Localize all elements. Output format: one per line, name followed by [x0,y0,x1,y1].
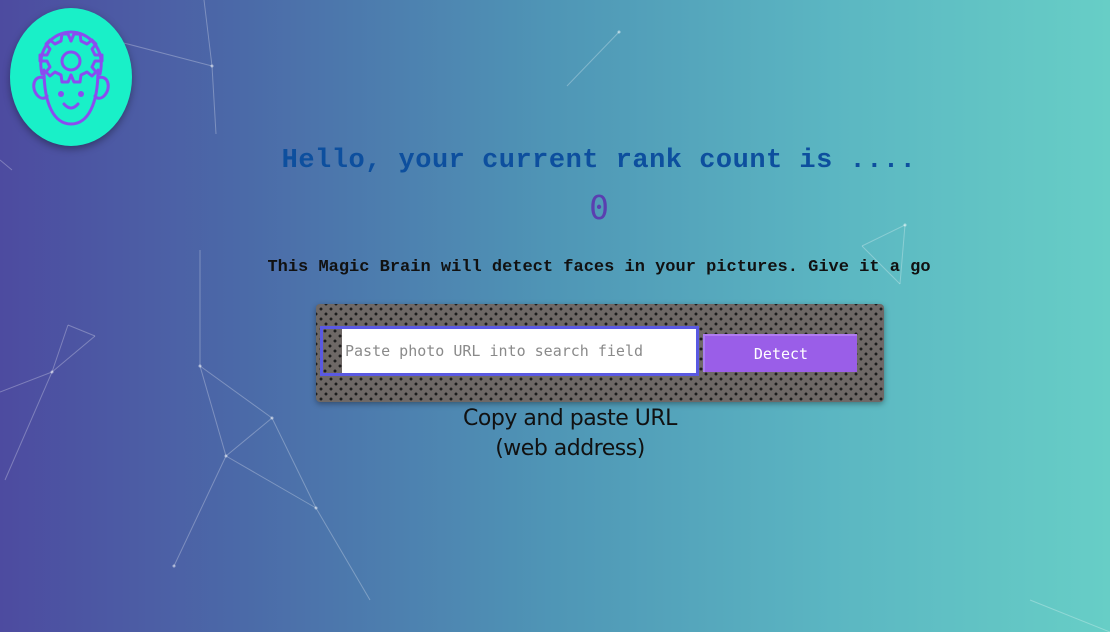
detect-button[interactable]: Detect [703,334,857,372]
app-logo[interactable] [10,8,132,146]
photo-url-input[interactable] [320,326,699,376]
description-text: This Magic Brain will detect faces in yo… [267,258,931,277]
brain-face-icon [32,30,110,126]
url-hint: Copy and paste URL (web address) [430,404,710,464]
rank-count: 0 [589,188,609,227]
greeting-heading: Hello, your current rank count is .... [281,146,917,176]
image-link-form: Detect [316,304,884,402]
hint-line-2: (web address) [495,436,645,461]
hint-line-1: Copy and paste URL [463,406,677,431]
